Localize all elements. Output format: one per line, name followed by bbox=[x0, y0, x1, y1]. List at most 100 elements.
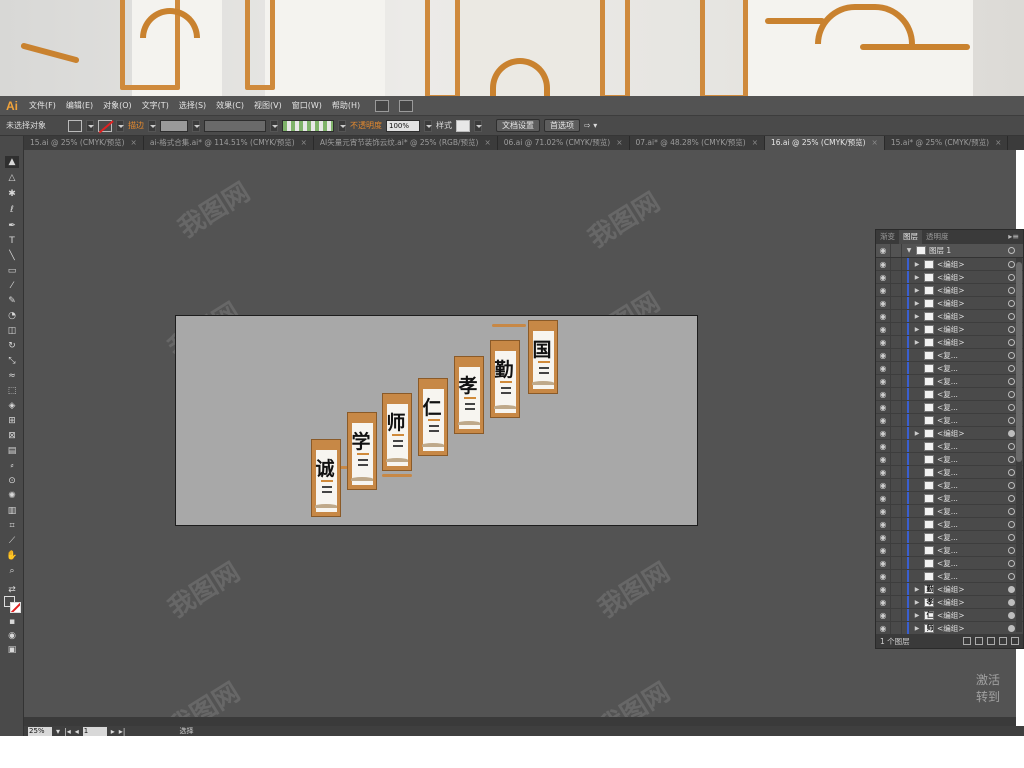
stroke-dropdown[interactable] bbox=[116, 119, 124, 132]
collapse-icon[interactable]: ▼ bbox=[902, 247, 916, 254]
layer-row[interactable]: ◉ <复... bbox=[876, 452, 1023, 466]
layer-row[interactable]: ◉ ▶ <编组> bbox=[876, 322, 1023, 336]
mesh-tool-icon[interactable]: ⊠ bbox=[5, 430, 19, 442]
layer-name[interactable]: <复... bbox=[937, 454, 1008, 465]
expand-icon[interactable]: ▶ bbox=[902, 300, 924, 307]
symbol-sprayer-tool-icon[interactable]: ✺ bbox=[5, 490, 19, 502]
scroll-thumb[interactable] bbox=[1016, 262, 1022, 462]
layer-row-top[interactable]: ◉ ▼ 图层 1 bbox=[876, 244, 1023, 258]
close-icon[interactable]: × bbox=[995, 136, 1001, 150]
eye-icon[interactable]: ◉ bbox=[876, 611, 890, 620]
swap-colors-icon[interactable]: ⇄ bbox=[5, 584, 19, 596]
layer-name[interactable]: <复... bbox=[937, 493, 1008, 504]
layer-row[interactable]: ◉ <复... bbox=[876, 348, 1023, 362]
tab-document-3[interactable]: AI矢量元宵节装饰云纹.ai* @ 25% (RGB/预览) × bbox=[314, 136, 498, 150]
tab-document-1[interactable]: 15.ai @ 25% (CMYK/预览) × bbox=[24, 136, 144, 150]
layer-name[interactable]: <编组> bbox=[937, 337, 1008, 348]
layer-name[interactable]: <复... bbox=[937, 571, 1008, 582]
tab-transparency[interactable]: 透明度 bbox=[922, 230, 953, 244]
stroke-weight-dropdown[interactable] bbox=[192, 119, 200, 132]
expand-icon[interactable]: ▶ bbox=[902, 430, 924, 437]
target-icon[interactable] bbox=[1008, 286, 1015, 294]
eye-icon[interactable]: ◉ bbox=[876, 481, 890, 490]
blob-brush-tool-icon[interactable]: ◔ bbox=[5, 310, 19, 322]
eyedropper-tool-icon[interactable]: ⸗ bbox=[5, 460, 19, 472]
lock-toggle[interactable] bbox=[890, 244, 902, 257]
first-artboard-icon[interactable]: |◂ bbox=[64, 727, 71, 736]
horizontal-scrollbar[interactable] bbox=[24, 717, 1016, 726]
menu-effect[interactable]: 效果(C) bbox=[211, 96, 249, 116]
layer-row[interactable]: ◉ <复... bbox=[876, 543, 1023, 557]
lock-toggle[interactable] bbox=[890, 491, 902, 505]
layer-row[interactable]: ◉ <复... bbox=[876, 504, 1023, 518]
opacity-dropdown[interactable] bbox=[424, 119, 432, 132]
style-dropdown[interactable] bbox=[474, 119, 482, 132]
layer-row[interactable]: ◉ ▶ <编组> bbox=[876, 335, 1023, 349]
tab-document-2[interactable]: ai-格式合集.ai* @ 114.51% (CMYK/预览) × bbox=[144, 136, 314, 150]
layer-name[interactable]: <复... bbox=[937, 415, 1008, 426]
layers-scrollbar[interactable] bbox=[1016, 258, 1022, 632]
blend-tool-icon[interactable]: ⊙ bbox=[5, 475, 19, 487]
eye-icon[interactable]: ◉ bbox=[876, 299, 890, 308]
target-icon[interactable] bbox=[1008, 299, 1015, 307]
delete-layer-icon[interactable] bbox=[1011, 637, 1019, 645]
style-swatch[interactable] bbox=[456, 119, 470, 132]
layer-name[interactable]: <编组> bbox=[937, 272, 1008, 283]
tab-document-active[interactable]: 16.ai @ 25% (CMYK/预览) × bbox=[765, 136, 885, 150]
close-icon[interactable]: × bbox=[752, 136, 758, 150]
expand-icon[interactable]: ▶ bbox=[902, 326, 924, 333]
close-icon[interactable]: × bbox=[616, 136, 622, 150]
lock-toggle[interactable] bbox=[890, 517, 902, 531]
panel-guo[interactable]: 国 bbox=[528, 320, 558, 394]
layer-name[interactable]: <复... bbox=[937, 532, 1008, 543]
expand-icon[interactable]: ▶ bbox=[902, 339, 924, 346]
layer-row[interactable]: ◉ ▶ <编组> bbox=[876, 296, 1023, 310]
layer-name[interactable]: <编组> bbox=[937, 298, 1008, 309]
panel-shi[interactable]: 师 bbox=[382, 393, 412, 471]
layer-row[interactable]: ◉ <复... bbox=[876, 465, 1023, 479]
brush-dropdown[interactable] bbox=[338, 119, 346, 132]
target-icon[interactable] bbox=[1008, 585, 1015, 593]
layer-row[interactable]: ◉ ▶ 仁 <编组> bbox=[876, 608, 1023, 622]
rotate-tool-icon[interactable]: ↻ bbox=[5, 340, 19, 352]
layer-row[interactable]: ◉ ▶ <编组> bbox=[876, 270, 1023, 284]
lock-toggle[interactable] bbox=[890, 400, 902, 414]
close-icon[interactable]: × bbox=[872, 136, 878, 150]
document-setup-button[interactable]: 文档设置 bbox=[496, 119, 540, 132]
layer-row[interactable]: ◉ ▶ <编组> bbox=[876, 257, 1023, 271]
lock-toggle[interactable] bbox=[890, 543, 902, 557]
layer-name[interactable]: <复... bbox=[937, 363, 1008, 374]
lock-toggle[interactable] bbox=[890, 465, 902, 479]
layer-row[interactable]: ◉ <复... bbox=[876, 439, 1023, 453]
bridge-icon[interactable] bbox=[375, 99, 390, 112]
lasso-tool-icon[interactable]: ℓ bbox=[5, 204, 19, 216]
lock-toggle[interactable] bbox=[890, 387, 902, 401]
scale-tool-icon[interactable]: ⤡ bbox=[5, 355, 19, 367]
tab-document-4[interactable]: 06.ai @ 71.02% (CMYK/预览) × bbox=[498, 136, 630, 150]
warp-tool-icon[interactable]: ≈ bbox=[5, 370, 19, 382]
eye-icon[interactable]: ◉ bbox=[876, 455, 890, 464]
lock-toggle[interactable] bbox=[890, 530, 902, 544]
lock-toggle[interactable] bbox=[890, 374, 902, 388]
magic-wand-tool-icon[interactable]: ✱ bbox=[5, 188, 19, 200]
expand-icon[interactable]: ▶ bbox=[902, 612, 924, 619]
layer-row[interactable]: ◉ <复... bbox=[876, 374, 1023, 388]
screen-mode-icon[interactable]: ▣ bbox=[5, 644, 19, 656]
target-icon[interactable] bbox=[1008, 260, 1015, 268]
locate-object-icon[interactable] bbox=[963, 637, 971, 645]
eye-icon[interactable]: ◉ bbox=[876, 325, 890, 334]
artboard-number-field[interactable]: 1 bbox=[82, 726, 107, 736]
eye-icon[interactable]: ◉ bbox=[876, 624, 890, 633]
tab-gradient[interactable]: 渐变 bbox=[876, 230, 899, 244]
expand-icon[interactable]: ▶ bbox=[902, 625, 924, 632]
paintbrush-tool-icon[interactable]: ⁄ bbox=[5, 280, 19, 292]
target-icon[interactable] bbox=[1008, 598, 1015, 606]
close-icon[interactable]: × bbox=[484, 136, 490, 150]
tab-document-5[interactable]: 07.ai* @ 48.28% (CMYK/预览) × bbox=[630, 136, 765, 150]
target-icon[interactable] bbox=[1008, 377, 1015, 385]
lock-toggle[interactable] bbox=[890, 257, 902, 271]
layer-row[interactable]: ◉ ▶ 孝 <编组> bbox=[876, 595, 1023, 609]
target-icon[interactable] bbox=[1008, 559, 1015, 567]
menu-select[interactable]: 选择(S) bbox=[174, 96, 211, 116]
layer-name[interactable]: <编组> bbox=[937, 610, 1008, 621]
